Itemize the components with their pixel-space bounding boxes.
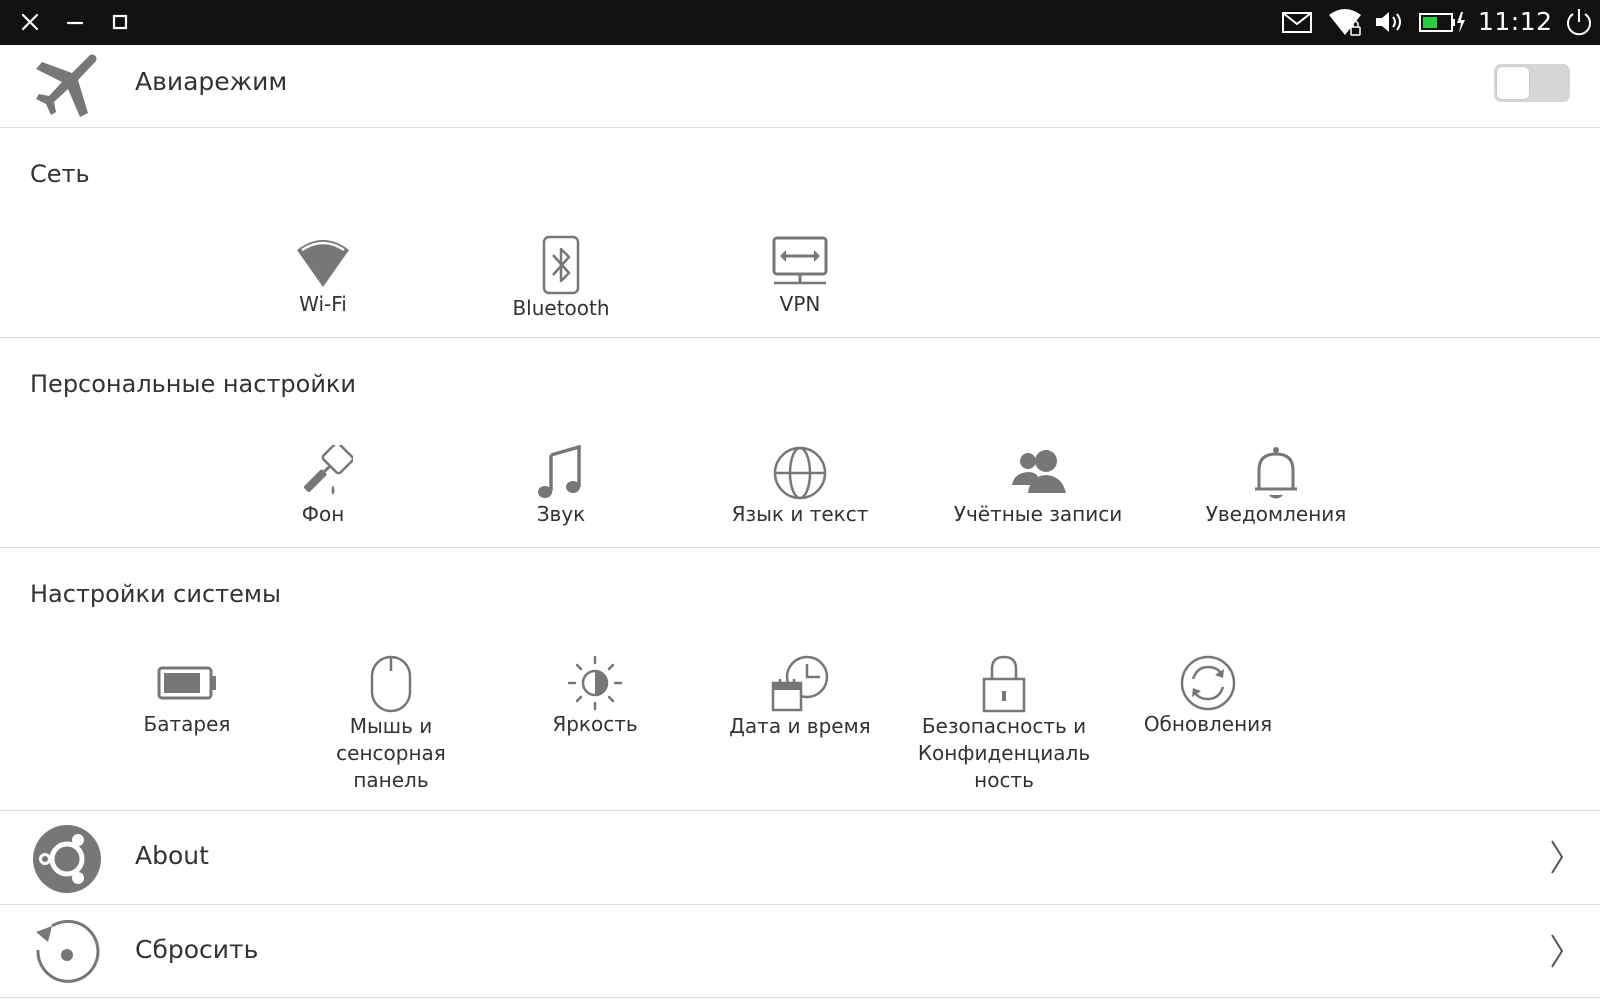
tile-sound[interactable]: Звук xyxy=(461,445,661,528)
wifi-icon xyxy=(297,240,349,287)
tile-security-privacy[interactable]: Безопасность и Конфиденциаль ность xyxy=(904,655,1104,794)
about-row[interactable]: About xyxy=(0,811,1600,903)
tile-brightness[interactable]: Яркость xyxy=(495,655,695,738)
tile-label: Безопасность и Конфиденциаль ность xyxy=(917,714,1091,792)
tile-label: VPN xyxy=(779,292,821,316)
music-note-icon xyxy=(538,445,581,498)
tile-label: Обновления xyxy=(1143,712,1273,736)
section-title-personal: Персональные настройки xyxy=(30,370,357,398)
tile-wifi[interactable]: Wi-Fi xyxy=(223,235,423,318)
divider xyxy=(0,337,1600,338)
lock-icon xyxy=(982,655,1026,713)
divider xyxy=(0,997,1600,998)
tile-language[interactable]: Язык и текст xyxy=(700,445,900,528)
battery-icon xyxy=(157,666,216,700)
airplane-mode-label: Авиарежим xyxy=(135,67,288,96)
tile-updates[interactable]: Обновления xyxy=(1108,655,1308,738)
paint-roller-icon xyxy=(304,445,353,495)
tile-label: Bluetooth xyxy=(512,296,610,320)
section-title-network: Сеть xyxy=(30,160,90,188)
tile-label: Уведомления xyxy=(1205,502,1347,526)
tile-notifications[interactable]: Уведомления xyxy=(1176,445,1376,528)
tile-accounts[interactable]: Учётные записи xyxy=(938,445,1138,528)
maximize-icon[interactable] xyxy=(106,8,134,36)
bluetooth-icon xyxy=(542,235,580,295)
ubuntu-logo-icon xyxy=(32,824,102,898)
tile-battery[interactable]: Батарея xyxy=(87,655,287,738)
clock-time[interactable]: 11:12 xyxy=(1478,4,1553,40)
globe-icon xyxy=(773,446,827,500)
mail-icon[interactable] xyxy=(1280,5,1314,39)
wifi-icon[interactable] xyxy=(1327,5,1363,39)
reset-label: Сбросить xyxy=(135,935,259,964)
airplane-mode-toggle[interactable] xyxy=(1494,64,1570,102)
battery-charging-icon[interactable] xyxy=(1418,5,1466,39)
tile-label: Яркость xyxy=(552,712,638,736)
minimize-icon[interactable] xyxy=(61,8,89,36)
tile-bluetooth[interactable]: Bluetooth xyxy=(461,235,661,322)
toggle-knob xyxy=(1497,67,1529,99)
tile-label: Учётные записи xyxy=(953,502,1123,526)
tile-label: Мышь и сенсорная панель xyxy=(336,714,446,792)
volume-icon[interactable] xyxy=(1373,5,1405,39)
tile-background[interactable]: Фон xyxy=(223,445,423,528)
brightness-icon xyxy=(567,655,623,711)
section-title-system: Настройки системы xyxy=(30,580,281,608)
tile-label: Дата и время xyxy=(729,714,871,738)
tile-vpn[interactable]: VPN xyxy=(700,235,900,318)
tile-label: Фон xyxy=(301,502,345,526)
update-icon xyxy=(1180,655,1236,711)
tile-date-time[interactable]: Дата и время xyxy=(700,655,900,740)
tile-label: Звук xyxy=(536,502,586,526)
tile-label: Язык и текст xyxy=(731,502,869,526)
date-time-icon xyxy=(771,655,829,712)
vpn-icon xyxy=(772,236,828,285)
chevron-right-icon xyxy=(1548,839,1566,879)
tile-label: Wi-Fi xyxy=(299,292,347,316)
mouse-icon xyxy=(370,655,412,713)
divider xyxy=(0,547,1600,548)
reset-row[interactable]: Сбросить xyxy=(0,905,1600,997)
power-icon[interactable] xyxy=(1562,5,1596,39)
chevron-right-icon xyxy=(1548,933,1566,973)
tile-label: Батарея xyxy=(143,712,231,736)
top-status-bar: 11:12 xyxy=(0,0,1600,45)
about-label: About xyxy=(135,841,209,870)
bell-icon xyxy=(1255,447,1297,499)
accounts-icon xyxy=(1012,450,1066,493)
close-icon[interactable] xyxy=(16,8,44,36)
airplane-icon xyxy=(34,51,100,121)
tile-mouse[interactable]: Мышь и сенсорная панель xyxy=(291,655,491,794)
reset-icon xyxy=(32,918,102,992)
divider xyxy=(0,127,1600,128)
airplane-mode-row[interactable]: Авиарежим xyxy=(0,45,1600,127)
